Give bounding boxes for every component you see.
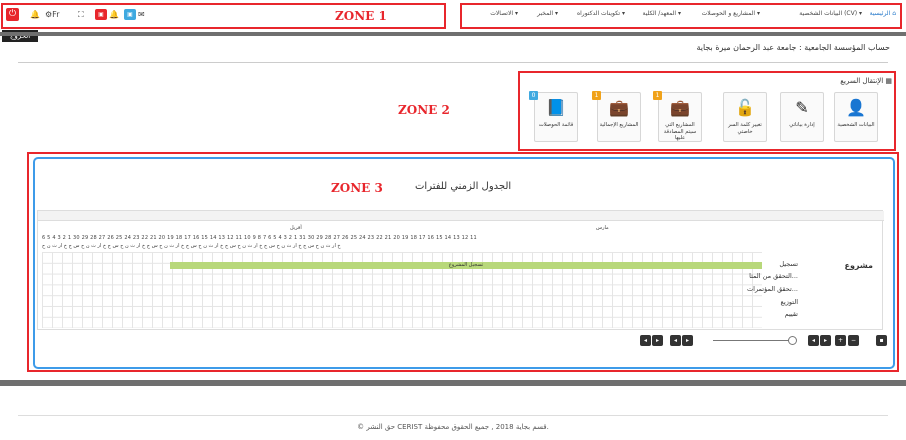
nav-cv[interactable]: البيانات الشخصية (CV) ▾	[799, 10, 862, 17]
account-title: حساب المؤسسة الجامعية : جامعة عبد الرحما…	[696, 43, 890, 52]
weekday-row: خ ار ث ن ح س ج خ ار ث ن ح س ج خ ار ث ن ح…	[42, 243, 341, 249]
book-icon: 📘	[546, 98, 566, 117]
briefcase-icon: 💼	[670, 98, 690, 117]
today-icon[interactable]: ▪	[876, 335, 887, 346]
quick-nav-summaries[interactable]: 📘 قائمة الحوصلات	[534, 92, 578, 142]
row-label: تحقق المؤتمرات...	[747, 285, 798, 293]
row-label: التحقق من المثا...	[749, 272, 798, 280]
quick-nav-total-projects[interactable]: 💼 المشاريع الإجمالية	[597, 92, 641, 142]
zoom-slider-handle[interactable]	[788, 336, 797, 345]
briefcase-icon: 💼	[609, 98, 629, 117]
nav-doctorate[interactable]: تكوينات الدكتوراه ▾	[577, 10, 625, 17]
footer-divider	[18, 415, 888, 416]
zone3-label: ZONE 3	[331, 181, 383, 195]
lock-icon: 🔓	[735, 98, 755, 117]
timeline-title: الجدول الزمني للفترات	[415, 181, 512, 192]
nav-institute[interactable]: المعهد/ الكلية ▾	[643, 10, 681, 17]
zone1-label: ZONE 1	[335, 9, 387, 23]
row-label: تقييم	[784, 310, 798, 318]
row-label: التوزيع	[780, 298, 798, 306]
bell-icon[interactable]: 🔔	[30, 9, 40, 20]
quick-nav-manage-data[interactable]: ✎ إدارة بياناتي	[780, 92, 824, 142]
prev-month-icon[interactable]: ◂	[640, 335, 651, 346]
notification-badge[interactable]: ▣	[95, 9, 107, 20]
nav-projects[interactable]: المشاريع و الحوصلات ▾	[702, 10, 760, 17]
language-switch[interactable]: ⚙Fr	[45, 9, 59, 20]
nav-contacts[interactable]: الاتصالات ▾	[490, 10, 518, 17]
next-week-icon[interactable]: ▸	[682, 335, 693, 346]
prev-week-icon[interactable]: ◂	[670, 335, 681, 346]
quick-nav-profile[interactable]: 👤 البيانات الشخصية	[834, 92, 878, 142]
quick-nav-change-password[interactable]: 🔓 تغيير كلمة السر خاصتي	[723, 92, 767, 142]
grid-icon: ▦	[885, 77, 892, 85]
next-month-icon[interactable]: ▸	[652, 335, 663, 346]
nav-home[interactable]: الرئيسية ⌂	[870, 10, 896, 17]
envelope-icon[interactable]: ✉	[138, 9, 145, 20]
scroll-left-icon[interactable]: ◂	[808, 335, 819, 346]
header-band	[0, 32, 906, 36]
user-icon: 👤	[846, 98, 866, 117]
quick-nav-title: الإنتقال السريع ▦	[840, 77, 892, 85]
zone2-label: ZONE 2	[398, 103, 450, 117]
pencil-icon: ✎	[795, 98, 809, 117]
quick-nav-projects-pending[interactable]: 💼 المشاريع التي سيتم المصادقة عليها	[658, 92, 702, 142]
badge-total-projects: 1	[592, 91, 601, 100]
power-icon[interactable]: ⏻	[6, 8, 19, 21]
day-numbers: 6 5 4 3 2 1 30 29 28 27 26 25 24 23 22 2…	[42, 235, 477, 241]
footer-band	[0, 380, 906, 386]
project-label: مشروع	[844, 261, 873, 270]
divider	[18, 62, 888, 63]
scroll-right-icon[interactable]: ▸	[820, 335, 831, 346]
badge-projects-pending: 1	[653, 91, 662, 100]
project-registration-bar[interactable]: تسجيل المشروع	[170, 262, 762, 269]
footer-copyright: © حق النشر CERIST قسم بجاية 2018 , جميع …	[357, 423, 549, 431]
fullscreen-icon[interactable]: ⛶	[78, 9, 84, 20]
nav-lab[interactable]: المخبر ▾	[537, 10, 558, 17]
zoom-slider-track[interactable]	[713, 340, 793, 341]
bell-icon[interactable]: 🔔	[109, 9, 119, 20]
month-label: مارس	[596, 225, 609, 231]
row-label: تسجيل	[779, 260, 798, 268]
zoom-out-icon[interactable]: −	[848, 335, 859, 346]
month-label: أفريل	[290, 225, 302, 231]
badge-summaries: 0	[529, 91, 538, 100]
message-badge[interactable]: ▣	[124, 9, 136, 20]
zoom-in-icon[interactable]: +	[835, 335, 846, 346]
